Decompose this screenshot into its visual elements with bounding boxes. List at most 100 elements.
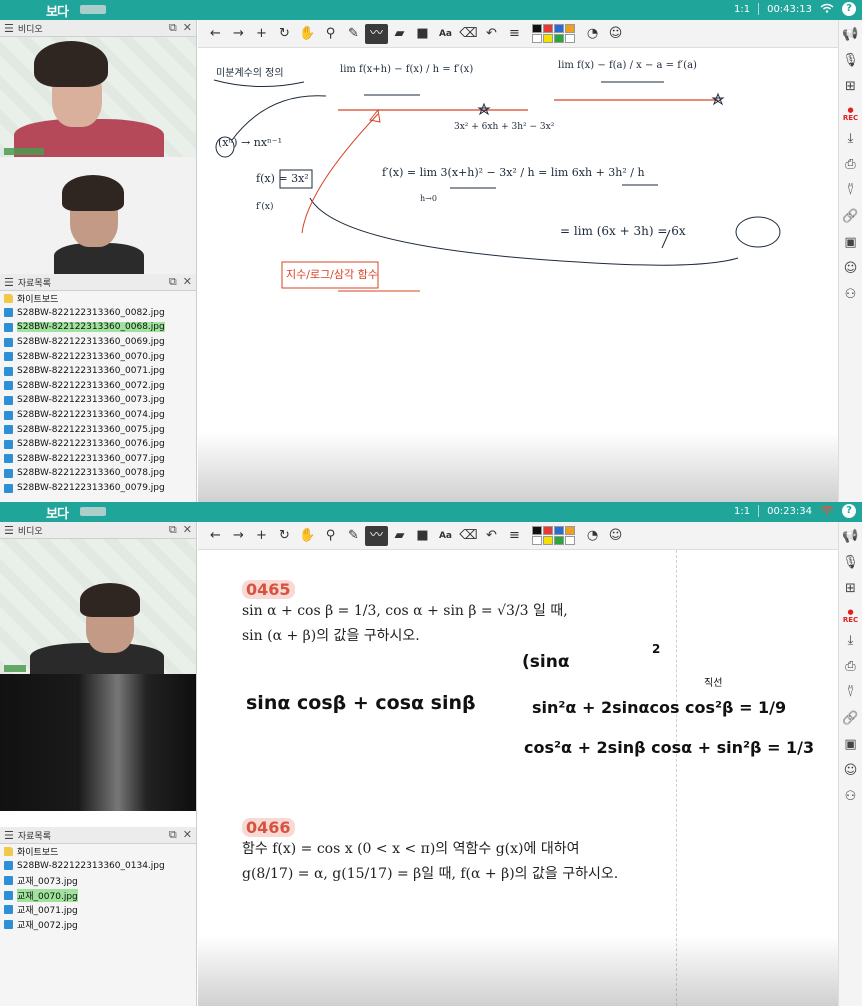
- file-item[interactable]: 화이트보드: [0, 844, 196, 859]
- file-item[interactable]: S28BW-822122313360_0070.jpg: [0, 349, 196, 364]
- link-icon[interactable]: 🔗: [842, 708, 858, 734]
- highlighter-active-icon[interactable]: 〰: [365, 525, 388, 546]
- print-icon[interactable]: ⎙: [845, 154, 855, 180]
- arrow-right-icon[interactable]: →: [227, 528, 250, 543]
- menu-icon[interactable]: ☰: [4, 829, 14, 842]
- square-icon[interactable]: ■: [411, 26, 434, 41]
- square-icon[interactable]: ■: [411, 528, 434, 543]
- whiteboard-canvas[interactable]: 0465 sin α + cos β = 1/3, cos α + sin β …: [198, 550, 838, 1006]
- color-swatch[interactable]: [554, 536, 564, 545]
- sticker-icon[interactable]: ☺: [604, 26, 627, 41]
- add-user-icon[interactable]: ⍢: [847, 180, 855, 206]
- color-swatch[interactable]: [554, 526, 564, 535]
- popout-icon[interactable]: ⧉: [169, 523, 177, 537]
- ratio-label[interactable]: 1:1: [734, 506, 750, 517]
- color-swatch[interactable]: [565, 526, 575, 535]
- eraser-icon[interactable]: ⌫: [457, 528, 480, 543]
- text-icon[interactable]: Aa: [434, 29, 457, 39]
- plus-icon[interactable]: +: [250, 26, 273, 41]
- group-icon[interactable]: ⚇: [845, 786, 857, 812]
- whiteboard-canvas[interactable]: 미분계수의 정의 lim f(x+h) − f(x) / h = f′(x) l…: [198, 48, 838, 502]
- color-swatch[interactable]: [532, 24, 542, 33]
- palette-icon[interactable]: ◔: [581, 528, 604, 543]
- color-swatch[interactable]: [543, 34, 553, 43]
- file-item[interactable]: S28BW-822122313360_0076.jpg: [0, 437, 196, 452]
- arrow-left-icon[interactable]: ←: [204, 528, 227, 543]
- color-swatch[interactable]: [565, 34, 575, 43]
- add-user-icon[interactable]: ⍢: [847, 682, 855, 708]
- file-item[interactable]: 교재_0072.jpg: [0, 917, 196, 932]
- menu-icon[interactable]: ☰: [4, 22, 14, 35]
- file-item[interactable]: S28BW-822122313360_0078.jpg: [0, 466, 196, 481]
- plus-icon[interactable]: +: [250, 528, 273, 543]
- close-icon[interactable]: ✕: [183, 828, 192, 842]
- pen-icon[interactable]: ✎: [342, 528, 365, 543]
- emoji-icon[interactable]: ☺: [844, 258, 858, 284]
- highlighter-active-icon[interactable]: 〰: [365, 23, 388, 44]
- grid-icon[interactable]: ⊞: [845, 578, 856, 604]
- text-icon[interactable]: Aa: [434, 531, 457, 541]
- popout-icon[interactable]: ⧉: [169, 828, 177, 842]
- file-item[interactable]: 화이트보드: [0, 291, 196, 306]
- file-item[interactable]: S28BW-822122313360_0079.jpg: [0, 481, 196, 496]
- ratio-label[interactable]: 1:1: [734, 4, 750, 15]
- color-swatch[interactable]: [554, 34, 564, 43]
- close-icon[interactable]: ✕: [183, 21, 192, 35]
- lines-icon[interactable]: ≡: [503, 26, 526, 41]
- file-item[interactable]: 교재_0073.jpg: [0, 873, 196, 888]
- color-swatch[interactable]: [532, 34, 542, 43]
- color-swatch[interactable]: [565, 24, 575, 33]
- color-swatch[interactable]: [543, 526, 553, 535]
- file-item[interactable]: S28BW-822122313360_0075.jpg: [0, 422, 196, 437]
- hand-icon[interactable]: ✋: [296, 528, 319, 543]
- popout-icon[interactable]: ⧉: [169, 275, 177, 289]
- help-icon[interactable]: ?: [842, 504, 856, 518]
- arrow-right-icon[interactable]: →: [227, 26, 250, 41]
- file-item[interactable]: S28BW-822122313360_0077.jpg: [0, 452, 196, 467]
- color-swatch[interactable]: [554, 24, 564, 33]
- download-icon[interactable]: ⤓: [848, 630, 854, 656]
- file-item[interactable]: S28BW-822122313360_0068.jpg: [0, 320, 196, 335]
- file-item[interactable]: S28BW-822122313360_0069.jpg: [0, 335, 196, 350]
- file-item[interactable]: S28BW-822122313360_0082.jpg: [0, 306, 196, 321]
- color-swatch[interactable]: [543, 536, 553, 545]
- marker-icon[interactable]: ▰: [388, 528, 411, 543]
- megaphone-icon[interactable]: 📢: [842, 526, 858, 552]
- undo-icon[interactable]: ↶: [480, 26, 503, 41]
- undo-icon[interactable]: ↶: [480, 528, 503, 543]
- file-item[interactable]: 교재_0071.jpg: [0, 902, 196, 917]
- color-swatch[interactable]: [565, 536, 575, 545]
- file-item[interactable]: S28BW-822122313360_0134.jpg: [0, 859, 196, 874]
- close-icon[interactable]: ✕: [183, 523, 192, 537]
- link-icon[interactable]: 🔗: [842, 206, 858, 232]
- file-item[interactable]: S28BW-822122313360_0071.jpg: [0, 364, 196, 379]
- mic-icon[interactable]: 🎙: [842, 50, 859, 76]
- eraser-icon[interactable]: ⌫: [457, 26, 480, 41]
- menu-icon[interactable]: ☰: [4, 276, 14, 289]
- search-icon[interactable]: ⚲: [319, 528, 342, 543]
- lines-icon[interactable]: ≡: [503, 528, 526, 543]
- download-icon[interactable]: ⤓: [848, 128, 854, 154]
- grid-icon[interactable]: ⊞: [845, 76, 856, 102]
- screen-icon[interactable]: ▣: [844, 232, 856, 258]
- color-swatch[interactable]: [543, 24, 553, 33]
- record-button[interactable]: ● REC: [843, 102, 858, 128]
- print-icon[interactable]: ⎙: [845, 656, 855, 682]
- file-item[interactable]: S28BW-822122313360_0074.jpg: [0, 408, 196, 423]
- mic-icon[interactable]: 🎙: [842, 552, 859, 578]
- group-icon[interactable]: ⚇: [845, 284, 857, 310]
- pen-icon[interactable]: ✎: [342, 26, 365, 41]
- rotate-icon[interactable]: ↻: [273, 26, 296, 41]
- hand-icon[interactable]: ✋: [296, 26, 319, 41]
- palette-icon[interactable]: ◔: [581, 26, 604, 41]
- color-palette[interactable]: [532, 526, 575, 545]
- popout-icon[interactable]: ⧉: [169, 21, 177, 35]
- search-icon[interactable]: ⚲: [319, 26, 342, 41]
- megaphone-icon[interactable]: 📢: [842, 24, 858, 50]
- menu-icon[interactable]: ☰: [4, 524, 14, 537]
- screen-icon[interactable]: ▣: [844, 734, 856, 760]
- rotate-icon[interactable]: ↻: [273, 528, 296, 543]
- file-item[interactable]: S28BW-822122313360_0073.jpg: [0, 393, 196, 408]
- record-button[interactable]: ● REC: [843, 604, 858, 630]
- help-icon[interactable]: ?: [842, 2, 856, 16]
